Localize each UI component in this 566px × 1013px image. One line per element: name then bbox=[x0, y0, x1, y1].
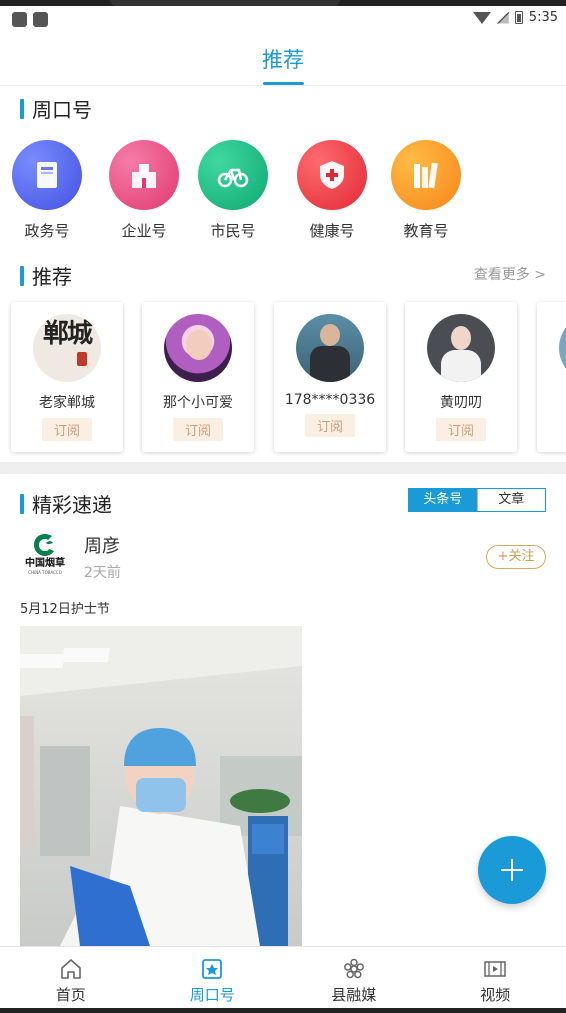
category-label: 企业号 bbox=[121, 222, 167, 240]
flower-icon bbox=[343, 958, 364, 979]
section-marker bbox=[20, 493, 24, 514]
category-education[interactable]: 教育号 bbox=[389, 140, 463, 241]
section-header-zhoukou: 周口号 bbox=[20, 94, 92, 123]
nav-label: 县融媒 bbox=[331, 986, 377, 1004]
recommend-card-partial[interactable] bbox=[537, 302, 566, 452]
toggle-article[interactable]: 文章 bbox=[476, 489, 545, 511]
card-name: 黄叨叨 bbox=[440, 395, 482, 411]
post-image[interactable] bbox=[20, 626, 302, 946]
section-title: 推荐 bbox=[32, 265, 72, 289]
section-header-recommend: 推荐 bbox=[20, 261, 72, 290]
avatar-body bbox=[310, 346, 350, 382]
recommend-card[interactable]: 那个小可爱 订阅 bbox=[142, 302, 254, 452]
app-notification-icon bbox=[12, 12, 27, 27]
recommend-card[interactable]: 178****0336 订阅 bbox=[274, 302, 386, 452]
follow-button[interactable]: +关注 bbox=[486, 545, 546, 569]
logo-text: 中国烟草 bbox=[25, 558, 65, 569]
app-notification-icon bbox=[33, 12, 48, 27]
tab-recommend[interactable]: 推荐 bbox=[262, 44, 304, 74]
category-health[interactable]: 健康号 bbox=[295, 140, 369, 241]
nurse-photo bbox=[20, 626, 302, 946]
section-title: 精彩速递 bbox=[32, 493, 112, 517]
avatar: 郸城 bbox=[33, 314, 101, 382]
section-header-express: 精彩速递 bbox=[20, 489, 112, 518]
app-screen: 5:35 推荐 周口号 政务号 企业号 市民号 健康号 教育号 推荐 查看更多 … bbox=[0, 0, 566, 1013]
tab-indicator bbox=[263, 82, 304, 85]
top-tab-bar: 推荐 bbox=[0, 32, 566, 86]
subscribe-button[interactable]: 订阅 bbox=[304, 414, 355, 437]
toggle-headline[interactable]: 头条号 bbox=[409, 489, 477, 511]
avatar bbox=[427, 314, 495, 382]
avatar bbox=[164, 314, 232, 382]
add-post-button[interactable] bbox=[478, 836, 546, 904]
recommend-card[interactable]: 黄叨叨 订阅 bbox=[405, 302, 517, 452]
film-icon bbox=[484, 961, 506, 977]
content-type-toggle: 头条号 文章 bbox=[408, 488, 546, 512]
subscribe-button[interactable]: 订阅 bbox=[435, 418, 486, 441]
category-government[interactable]: 政务号 bbox=[10, 140, 84, 241]
recommend-card[interactable]: 郸城 老家郸城 订阅 bbox=[11, 302, 123, 452]
bicycle-icon bbox=[198, 140, 268, 210]
subscribe-button[interactable]: 订阅 bbox=[41, 418, 92, 441]
see-more-link[interactable]: 查看更多 > bbox=[474, 264, 546, 284]
nav-home[interactable]: 首页 bbox=[0, 947, 142, 1008]
post-time: 2天前 bbox=[84, 565, 121, 581]
home-icon bbox=[60, 959, 81, 979]
nav-label: 视频 bbox=[480, 986, 511, 1004]
category-label: 市民号 bbox=[210, 222, 256, 240]
nav-label: 周口号 bbox=[189, 986, 235, 1004]
nav-video[interactable]: 视频 bbox=[425, 947, 566, 1008]
logo-subtext: CHINA TOBACCO bbox=[28, 570, 62, 575]
nav-label: 首页 bbox=[55, 986, 86, 1004]
avatar-face bbox=[186, 330, 212, 360]
avatar-face bbox=[451, 326, 471, 350]
books-icon bbox=[391, 140, 461, 210]
building-icon bbox=[109, 140, 179, 210]
badge-icon bbox=[202, 959, 223, 979]
card-name: 老家郸城 bbox=[39, 395, 95, 411]
category-label: 健康号 bbox=[309, 222, 355, 240]
device-bottom-frame bbox=[0, 1008, 566, 1013]
status-bar: 5:35 bbox=[0, 6, 566, 32]
avatar-text: 郸城 bbox=[43, 319, 93, 349]
section-marker bbox=[20, 265, 24, 286]
subscribe-button[interactable]: 订阅 bbox=[172, 418, 223, 441]
avatar bbox=[559, 314, 566, 382]
tobacco-logo-icon bbox=[34, 534, 54, 556]
avatar-body bbox=[441, 350, 481, 382]
bottom-navigation: 首页 周口号 县融媒 视频 bbox=[0, 946, 566, 1008]
shield-cross-icon bbox=[297, 140, 367, 210]
section-divider bbox=[0, 462, 566, 474]
avatar-face bbox=[320, 324, 340, 346]
author-name[interactable]: 周彦 bbox=[84, 532, 120, 558]
category-label: 教育号 bbox=[403, 222, 449, 240]
nav-county-media[interactable]: 县融媒 bbox=[283, 947, 425, 1008]
card-name: 那个小可爱 bbox=[163, 395, 233, 411]
section-title: 周口号 bbox=[32, 98, 92, 122]
section-marker bbox=[20, 98, 24, 119]
book-icon bbox=[12, 140, 82, 210]
author-avatar[interactable]: 中国烟草 CHINA TOBACCO bbox=[20, 530, 70, 580]
card-name: 178****0336 bbox=[284, 392, 376, 408]
battery-icon bbox=[514, 11, 523, 24]
wifi-icon bbox=[472, 11, 491, 24]
nav-zhoukou[interactable]: 周口号 bbox=[142, 947, 284, 1008]
no-signal-icon bbox=[496, 11, 509, 24]
status-time: 5:35 bbox=[528, 10, 558, 25]
avatar bbox=[296, 314, 364, 382]
category-label: 政务号 bbox=[24, 222, 70, 240]
category-citizen[interactable]: 市民号 bbox=[196, 140, 270, 241]
post-title[interactable]: 5月12日护士节 bbox=[20, 598, 110, 617]
category-enterprise[interactable]: 企业号 bbox=[107, 140, 181, 241]
seal-icon bbox=[77, 352, 87, 366]
